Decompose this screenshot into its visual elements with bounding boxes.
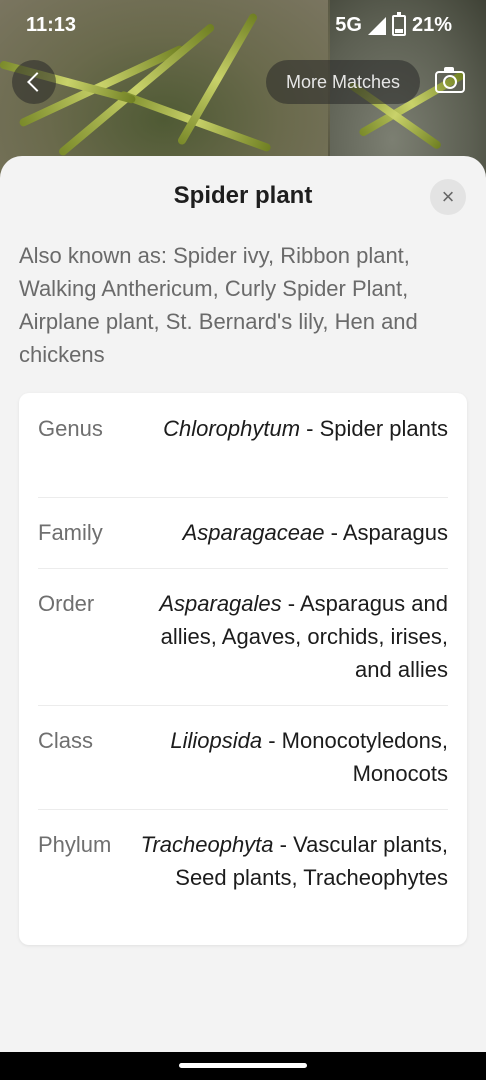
taxonomy-value: Asparagales - Asparagus and allies, Agav… [159, 591, 448, 682]
taxonomy-label: Genus [38, 416, 103, 441]
details-sheet: Spider plant × Also known as: Spider ivy… [0, 156, 486, 1052]
taxonomy-row-genus: Genus Chlorophytum - Spider plants [38, 412, 448, 445]
taxonomy-card: Genus Chlorophytum - Spider plants Famil… [19, 393, 467, 945]
taxonomy-value: Asparagaceae - Asparagus [182, 520, 448, 545]
camera-button[interactable] [428, 60, 472, 104]
status-time: 11:13 [26, 14, 77, 36]
taxonomy-row-phylum: Phylum Tracheophyta - Vascular plants, S… [38, 828, 448, 894]
network-type: 5G [335, 14, 362, 36]
home-handle[interactable] [179, 1063, 307, 1068]
taxonomy-value: Liliopsida - Monocotyledons, Monocots [170, 728, 448, 786]
camera-icon [435, 67, 465, 93]
taxonomy-row-class: Class Liliopsida - Monocotyledons, Monoc… [38, 724, 448, 790]
signal-icon [367, 16, 386, 35]
taxonomy-label: Family [38, 520, 103, 545]
back-button[interactable] [12, 60, 56, 104]
taxonomy-label: Order [38, 591, 95, 616]
more-matches-button[interactable]: More Matches [266, 60, 420, 104]
plant-title: Spider plant [173, 182, 313, 209]
taxonomy-label: Class [38, 728, 94, 753]
close-button[interactable]: × [430, 179, 466, 215]
taxonomy-row-family: Family Asparagaceae - Asparagus [38, 516, 448, 549]
taxonomy-value: Tracheophyta - Vascular plants, Seed pla… [140, 832, 448, 890]
close-icon: × [441, 184, 455, 209]
taxonomy-value: Chlorophytum - Spider plants [163, 416, 448, 441]
taxonomy-row-order: Order Asparagales - Asparagus and allies… [38, 587, 448, 686]
also-known-as: Also known as: Spider ivy, Ribbon plant,… [19, 243, 418, 367]
navigation-bar [0, 1052, 486, 1080]
taxonomy-label: Phylum [38, 832, 112, 857]
battery-percent: 21% [411, 14, 452, 36]
battery-icon [391, 12, 406, 36]
chevron-left-icon [26, 72, 47, 92]
status-bar: 11:13 5G 21% [0, 0, 486, 52]
